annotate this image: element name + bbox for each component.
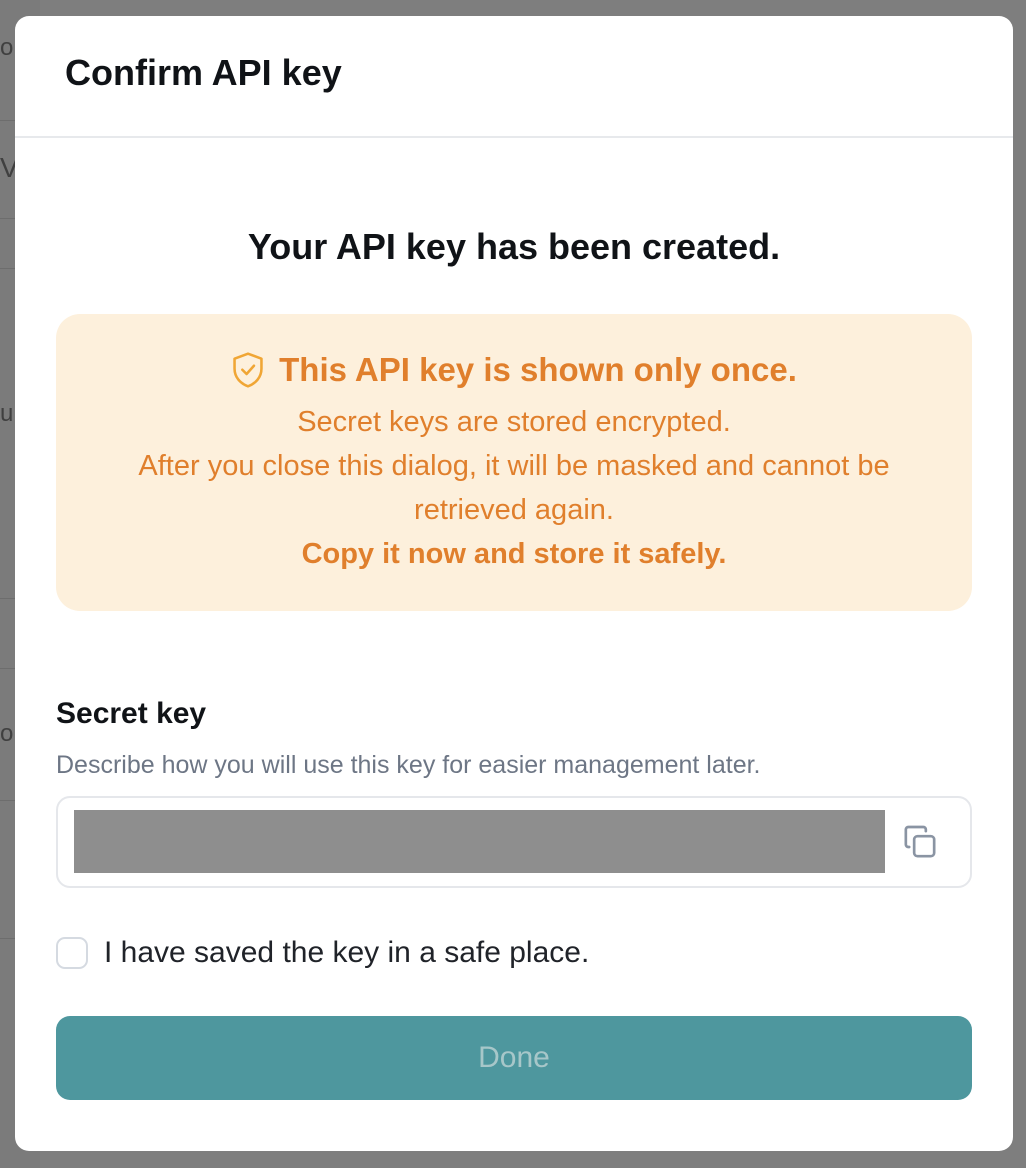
done-button[interactable]: Done bbox=[56, 1016, 972, 1100]
secret-key-label: Secret key bbox=[56, 697, 207, 730]
background-text-fragment: o bbox=[0, 720, 14, 747]
warning-title: This API key is shown only once. bbox=[279, 351, 797, 388]
background-text-fragment: u bbox=[0, 400, 14, 427]
warning-title-row: This API key is shown only once. bbox=[56, 348, 972, 392]
warning-text-line: After you close this dialog, it will be … bbox=[138, 450, 890, 482]
secret-key-masked-value[interactable] bbox=[74, 810, 885, 873]
saved-confirmation-label[interactable]: I have saved the key in a safe place. bbox=[104, 936, 589, 970]
confirm-api-key-dialog: Confirm API key Your API key has been cr… bbox=[15, 16, 1013, 1151]
shield-check-icon bbox=[231, 351, 265, 389]
warning-text-line: retrieved again. bbox=[414, 494, 614, 526]
copy-button[interactable] bbox=[898, 822, 942, 866]
dialog-title: Confirm API key bbox=[65, 52, 342, 93]
warning-text-line: Secret keys are stored encrypted. bbox=[297, 406, 731, 438]
secret-key-field[interactable] bbox=[56, 796, 972, 888]
background-text-fragment: o bbox=[0, 34, 14, 61]
saved-confirmation-row: I have saved the key in a safe place. bbox=[56, 936, 972, 970]
success-headline: Your API key has been created. bbox=[247, 226, 781, 267]
saved-confirmation-checkbox[interactable] bbox=[56, 937, 88, 969]
copy-icon bbox=[900, 822, 940, 867]
dialog-header: Confirm API key bbox=[15, 16, 1013, 138]
dialog-body: Your API key has been created. This API … bbox=[15, 226, 1013, 1100]
secret-key-help-text: Describe how you will use this key for e… bbox=[56, 751, 761, 779]
warning-callout: This API key is shown only once. Secret … bbox=[56, 314, 972, 611]
warning-emphasis: Copy it now and store it safely. bbox=[301, 538, 727, 570]
